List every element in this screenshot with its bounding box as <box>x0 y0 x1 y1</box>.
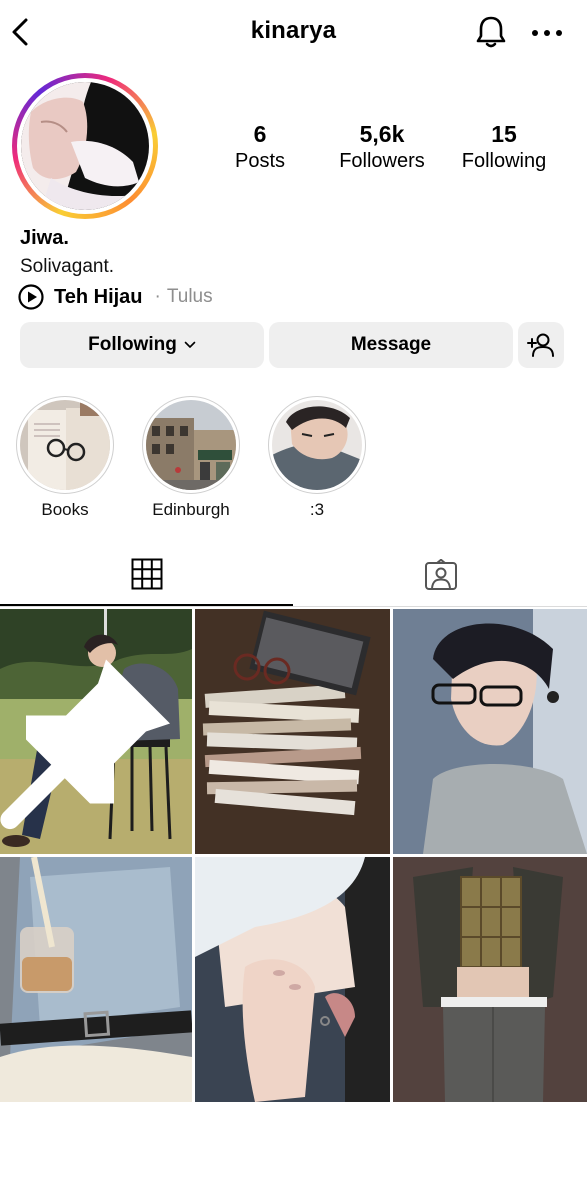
tabs-divider <box>0 606 587 607</box>
tab-posts-grid[interactable] <box>0 544 293 606</box>
post-thumbnail[interactable] <box>0 857 192 1102</box>
add-user-icon <box>527 333 554 357</box>
following-count-value: 15 <box>491 121 517 147</box>
posts-count[interactable]: 6 Posts <box>215 120 305 174</box>
highlight-books[interactable]: Books <box>10 396 120 520</box>
following-count[interactable]: 15 Following <box>455 120 553 174</box>
highlight-label: Edinburgh <box>152 500 230 519</box>
posts-count-label: Posts <box>234 150 286 172</box>
posts-count-value: 6 <box>253 121 267 147</box>
following-button-label: Following <box>88 334 177 355</box>
avatar[interactable] <box>12 73 158 219</box>
profile-tabs <box>0 544 587 608</box>
highlight-photo <box>20 400 110 490</box>
profile-bio: Solivagant. <box>20 256 115 277</box>
music-separator: · <box>154 286 161 307</box>
following-button[interactable]: Following <box>20 322 264 368</box>
more-icon[interactable] <box>530 28 564 38</box>
avatar-photo <box>21 82 149 210</box>
pin-icon <box>0 659 170 830</box>
posts-grid <box>0 609 587 1103</box>
post-thumbnail[interactable] <box>195 857 390 1102</box>
bell-icon[interactable] <box>474 14 508 50</box>
grid-icon <box>131 558 162 590</box>
followers-count-label: Followers <box>339 150 425 172</box>
song-title: Teh Hijau <box>54 285 143 308</box>
highlight-3[interactable]: :3 <box>262 396 372 520</box>
followers-count-value: 5,6k <box>359 121 405 147</box>
following-count-label: Following <box>461 150 547 172</box>
highlight-photo <box>146 400 236 490</box>
highlight-label: :3 <box>309 500 325 519</box>
message-button[interactable]: Message <box>269 322 513 368</box>
top-bar: kinarya <box>0 0 587 64</box>
post-thumbnail[interactable] <box>195 609 390 854</box>
post-thumbnail[interactable] <box>393 857 587 1102</box>
highlight-label: Books <box>41 500 89 519</box>
profile-music[interactable]: Teh Hijau · Tulus <box>18 284 213 310</box>
song-artist: Tulus <box>166 286 213 307</box>
tab-tagged[interactable] <box>294 544 587 606</box>
add-user-button[interactable] <box>518 322 564 368</box>
post-thumbnail[interactable] <box>0 609 192 854</box>
highlight-photo <box>272 400 362 490</box>
profile-name: Jiwa. <box>20 227 69 249</box>
play-icon <box>18 284 44 310</box>
chevron-down-icon <box>184 341 196 348</box>
post-thumbnail[interactable] <box>393 609 587 854</box>
followers-count[interactable]: 5,6k Followers <box>330 120 434 174</box>
tagged-icon <box>424 559 457 590</box>
highlight-edinburgh[interactable]: Edinburgh <box>136 396 246 520</box>
message-button-label: Message <box>350 334 432 355</box>
